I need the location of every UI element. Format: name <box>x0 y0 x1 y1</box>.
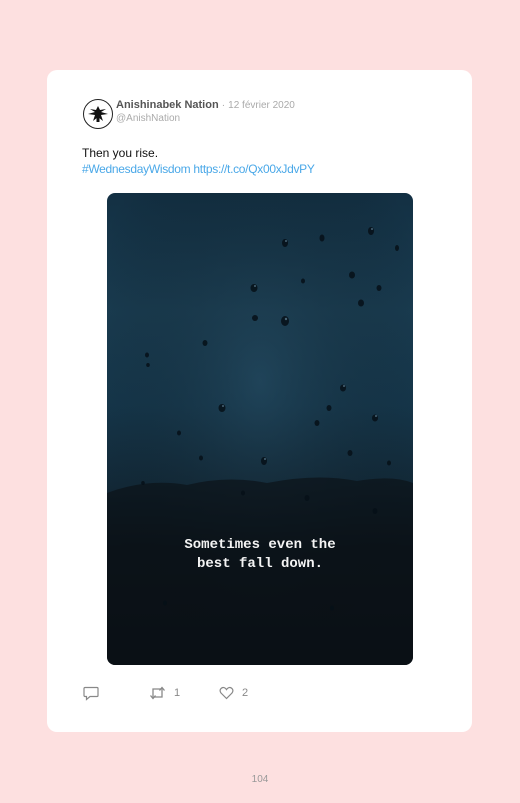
tweet-actions: 1 2 <box>83 686 383 704</box>
thunderbird-logo-icon <box>88 106 108 122</box>
tweet-links: #WednesdayWisdom https://t.co/Qx00xJdvPY <box>82 161 315 177</box>
retweet-icon <box>150 686 165 700</box>
author-handle[interactable]: @AnishNation <box>116 113 180 124</box>
media-caption-line2: best fall down. <box>196 556 324 572</box>
author-name[interactable]: Anishinabek Nation <box>116 99 219 111</box>
avatar[interactable] <box>83 99 113 129</box>
reply-button[interactable] <box>83 686 99 701</box>
separator: · <box>221 100 226 111</box>
media-caption: Sometimes even the best fall down. <box>107 536 413 574</box>
media-caption-line1: Sometimes even the <box>184 537 336 553</box>
raindrops-background <box>107 193 413 665</box>
retweet-button[interactable]: 1 <box>149 686 180 700</box>
url-link[interactable]: https://t.co/Qx00xJdvPY <box>193 162 314 176</box>
tweet-image[interactable]: Sometimes even the best fall down. <box>107 193 413 665</box>
heart-icon <box>219 686 234 700</box>
like-count: 2 <box>242 687 249 699</box>
tweet-date[interactable]: 12 février 2020 <box>228 100 295 111</box>
tweet-card: Anishinabek Nation · 12 février 2020 @An… <box>47 70 472 732</box>
like-button[interactable]: 2 <box>219 686 248 700</box>
hashtag-link[interactable]: #WednesdayWisdom <box>82 162 191 176</box>
page-number: 104 <box>251 774 269 785</box>
tweet-text: Then you rise. <box>82 146 159 160</box>
author-line: Anishinabek Nation · 12 février 2020 <box>116 99 295 111</box>
speech-bubble-icon <box>83 686 99 701</box>
retweet-count: 1 <box>174 687 181 699</box>
